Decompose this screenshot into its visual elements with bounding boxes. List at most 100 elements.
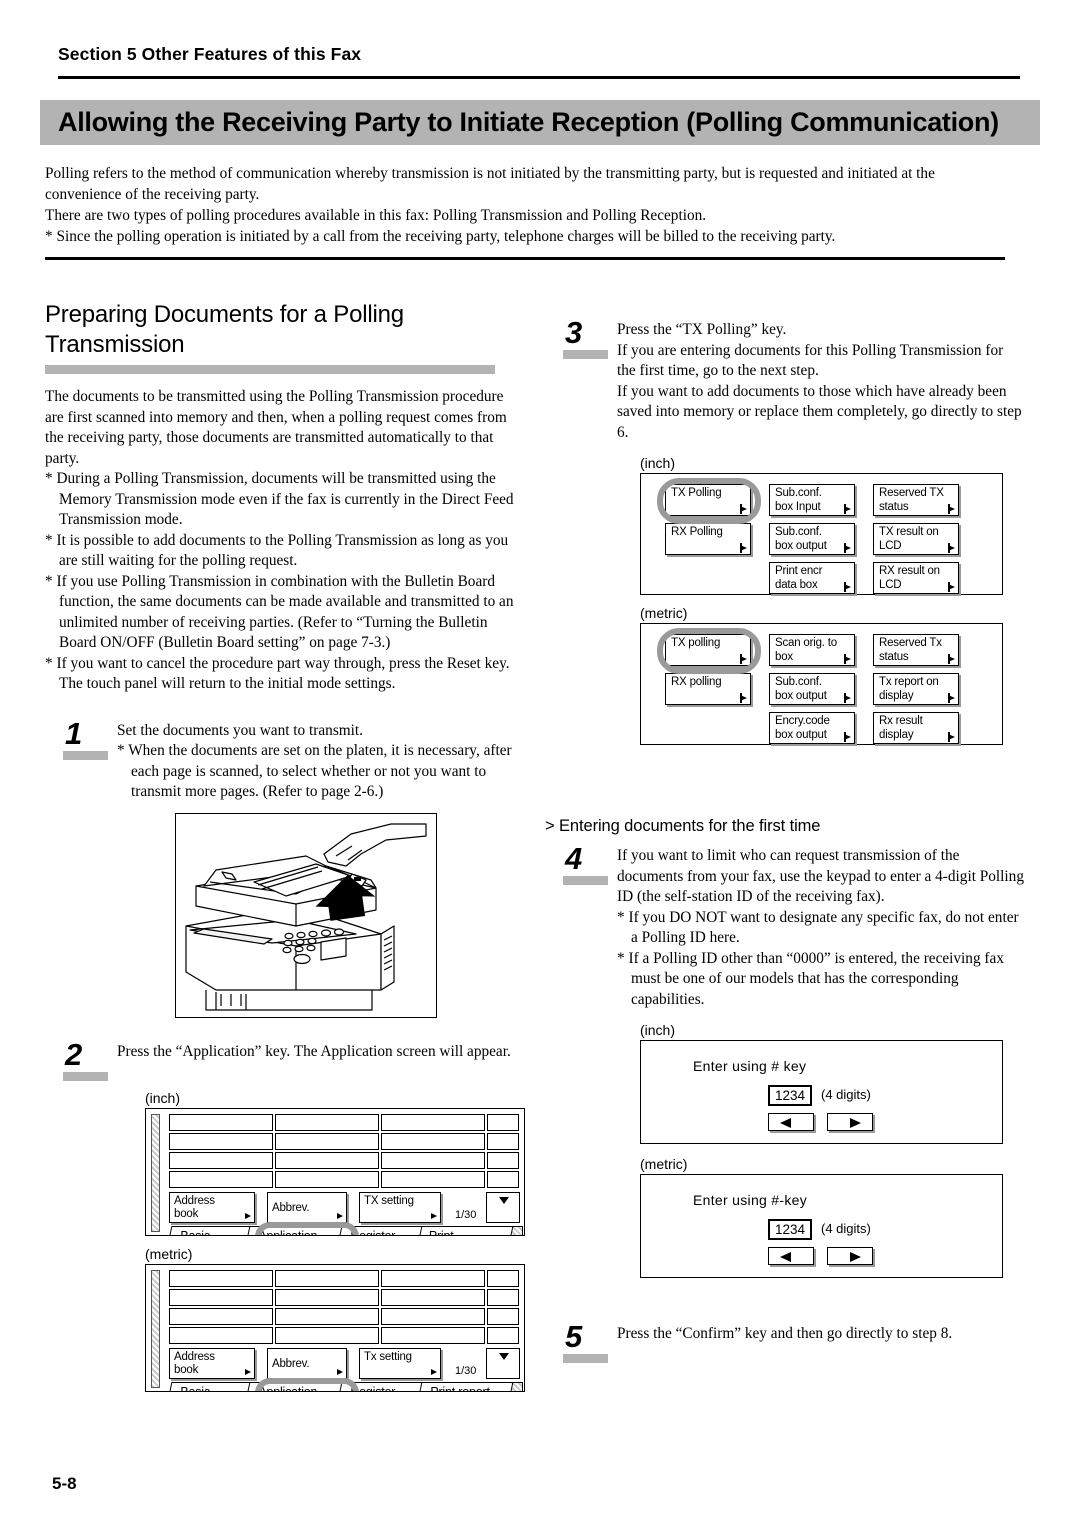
tab-register[interactable]: Register — [336, 1225, 424, 1235]
tab-print-report[interactable]: Print report — [416, 1381, 514, 1391]
grid-cell[interactable] — [275, 1170, 379, 1188]
grid-cell[interactable] — [487, 1269, 519, 1287]
encry-code-box-output-key[interactable]: Encry.code box output — [769, 712, 855, 744]
grid-cell[interactable] — [275, 1326, 379, 1344]
submenu-arrow-icon — [948, 654, 955, 664]
grid-cell[interactable] — [275, 1151, 379, 1169]
submenu-arrow-icon — [245, 1368, 251, 1375]
tx-polling-key[interactable]: TX polling — [665, 634, 751, 666]
left-body: The documents to be transmitted using th… — [45, 387, 525, 695]
tx-setting-button[interactable]: Tx setting — [359, 1347, 441, 1379]
step-3: 3 Press the “TX Polling” key. If you are… — [545, 317, 1025, 443]
page-indicator: 1/30 — [455, 1364, 477, 1377]
scrollbar[interactable] — [151, 1269, 160, 1388]
fkey-row: RX Polling Sub.conf. box output TX resul… — [665, 523, 1002, 555]
step-1-line-2: * When the documents are set on the plat… — [117, 742, 512, 800]
subconf-box-output-key[interactable]: Sub.conf. box output — [769, 523, 855, 555]
print-encr-data-box-key[interactable]: Print encr data box — [769, 562, 855, 594]
grid-cell[interactable] — [275, 1269, 379, 1287]
function-button-row: Address book Abbrev. Tx setting 1/30 — [169, 1347, 521, 1379]
tx-polling-key[interactable]: TX Polling — [665, 484, 751, 516]
rx-polling-key[interactable]: RX Polling — [665, 523, 751, 555]
step-5-number: 5 — [565, 1319, 583, 1354]
step-3-bar — [563, 350, 608, 359]
grid-cell[interactable] — [487, 1132, 519, 1150]
grid-cell[interactable] — [169, 1269, 273, 1287]
tab-application[interactable]: Application — [244, 1225, 344, 1235]
left-bullet-3: * If you use Polling Transmission in com… — [45, 572, 514, 652]
reserved-tx-status-key[interactable]: Reserved Tx status — [873, 634, 959, 666]
polling-id-screen-metric: Enter using #-key 1234 (4 digits) — [640, 1174, 1003, 1278]
scan-orig-to-box-key[interactable]: Scan orig. to box — [769, 634, 855, 666]
subconf-box-input-key[interactable]: Sub.conf. box Input — [769, 484, 855, 516]
step-5: 5 Press the “Confirm” key and then go di… — [545, 1319, 1025, 1363]
tab-basic[interactable]: Basic — [166, 1225, 252, 1235]
tab-basic[interactable]: Basic — [166, 1381, 252, 1391]
address-book-button[interactable]: Address book — [169, 1347, 255, 1379]
tx-setting-label: TX setting — [364, 1194, 414, 1207]
submenu-arrow-icon — [948, 504, 955, 514]
rx-polling-key[interactable]: RX polling — [665, 673, 751, 705]
grid-cell[interactable] — [169, 1288, 273, 1306]
grid-cell[interactable] — [381, 1326, 485, 1344]
grid-cell[interactable] — [169, 1113, 273, 1131]
submenu-arrow-icon — [844, 504, 851, 514]
table-row — [169, 1307, 521, 1325]
grid-cell[interactable] — [487, 1170, 519, 1188]
manual-page: Section 5 Other Features of this Fax All… — [0, 0, 1080, 1528]
submenu-arrow-icon — [844, 654, 851, 664]
abbrev-button[interactable]: Abbrev. — [267, 1347, 347, 1379]
rx-result-on-lcd-key[interactable]: RX result on LCD — [873, 562, 959, 594]
grid-cell[interactable] — [169, 1326, 273, 1344]
scrollbar[interactable] — [151, 1113, 160, 1232]
tab-application[interactable]: Application — [244, 1381, 344, 1391]
page-title: Allowing the Receiving Party to Initiate… — [58, 107, 999, 137]
cursor-left-button[interactable] — [768, 1113, 814, 1131]
grid-cell[interactable] — [381, 1288, 485, 1306]
subconf-box-output-key[interactable]: Sub.conf. box output — [769, 673, 855, 705]
cursor-left-button[interactable] — [768, 1247, 814, 1265]
empty-key-slot — [665, 562, 751, 594]
scroll-up-button[interactable] — [486, 1347, 521, 1379]
grid-cell[interactable] — [487, 1113, 519, 1131]
grid-cell[interactable] — [169, 1307, 273, 1325]
table-row — [169, 1113, 521, 1131]
digit-count-note: (4 digits) — [821, 1087, 871, 1102]
rx-result-display-key[interactable]: Rx result display — [873, 712, 959, 744]
grid-cell[interactable] — [487, 1288, 519, 1306]
tx-setting-label: Tx setting — [364, 1350, 412, 1363]
grid-cell[interactable] — [487, 1326, 519, 1344]
abbrev-button[interactable]: Abbrev. — [267, 1191, 347, 1223]
grid-cell[interactable] — [381, 1132, 485, 1150]
grid-cell[interactable] — [381, 1170, 485, 1188]
step-4-line-1: If you want to limit who can request tra… — [617, 847, 1024, 905]
scroll-up-button[interactable] — [486, 1191, 521, 1223]
grid-cell[interactable] — [275, 1288, 379, 1306]
grid-cell[interactable] — [275, 1113, 379, 1131]
grid-cell[interactable] — [381, 1113, 485, 1131]
polling-id-field[interactable]: 1234 — [768, 1085, 812, 1106]
grid-cell[interactable] — [381, 1269, 485, 1287]
grid-cell[interactable] — [169, 1132, 273, 1150]
grid-cell[interactable] — [381, 1307, 485, 1325]
cursor-right-button[interactable] — [827, 1247, 873, 1265]
cursor-right-button[interactable] — [827, 1113, 873, 1131]
address-book-button[interactable]: Address book — [169, 1191, 255, 1223]
grid-cell[interactable] — [487, 1307, 519, 1325]
grid-cell[interactable] — [275, 1132, 379, 1150]
grid-cell[interactable] — [487, 1151, 519, 1169]
reserved-tx-status-key[interactable]: Reserved TX status — [873, 484, 959, 516]
grid-cell[interactable] — [169, 1170, 273, 1188]
polling-id-field[interactable]: 1234 — [768, 1219, 812, 1240]
tx-result-on-lcd-key[interactable]: TX result on LCD — [873, 523, 959, 555]
tx-setting-button[interactable]: TX setting — [359, 1191, 441, 1223]
grid-cell[interactable] — [381, 1151, 485, 1169]
grid-cell[interactable] — [169, 1151, 273, 1169]
grid-cell[interactable] — [275, 1307, 379, 1325]
tab-register[interactable]: Register — [336, 1381, 424, 1391]
tab-print-report[interactable]: Print Report — [416, 1225, 514, 1235]
abbrev-label: Abbrev. — [272, 1357, 310, 1370]
tx-report-on-display-key[interactable]: Tx report on display — [873, 673, 959, 705]
polling-function-screen-inch: TX Polling Sub.conf. box Input Reserved … — [640, 473, 1003, 595]
step-4-text: If you want to limit who can request tra… — [617, 844, 1025, 1010]
